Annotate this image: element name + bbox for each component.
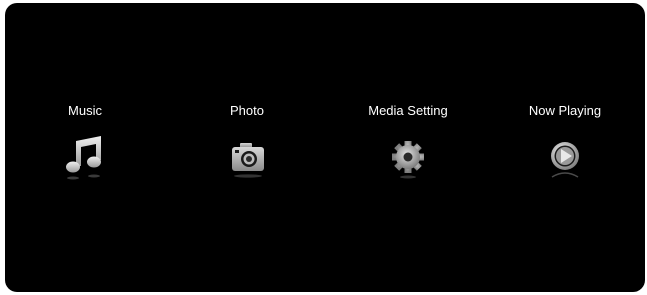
music-note-icon [63, 133, 107, 183]
menu-item-label: Media Setting [368, 103, 448, 118]
menu-item-now-playing[interactable]: Now Playing [495, 103, 635, 183]
gear-icon [386, 133, 430, 183]
menu-item-photo[interactable]: Photo [177, 103, 317, 183]
menu-item-label: Photo [230, 103, 264, 118]
menu-item-label: Now Playing [528, 103, 602, 118]
camera-icon [225, 133, 269, 183]
menu-item-music[interactable]: Music [15, 103, 155, 183]
media-menu-screen: Music Photo Media Setting Now Playing [5, 3, 645, 292]
play-circle-icon [543, 133, 587, 183]
menu-item-label: Music [68, 103, 102, 118]
menu-item-media-setting[interactable]: Media Setting [338, 103, 478, 183]
